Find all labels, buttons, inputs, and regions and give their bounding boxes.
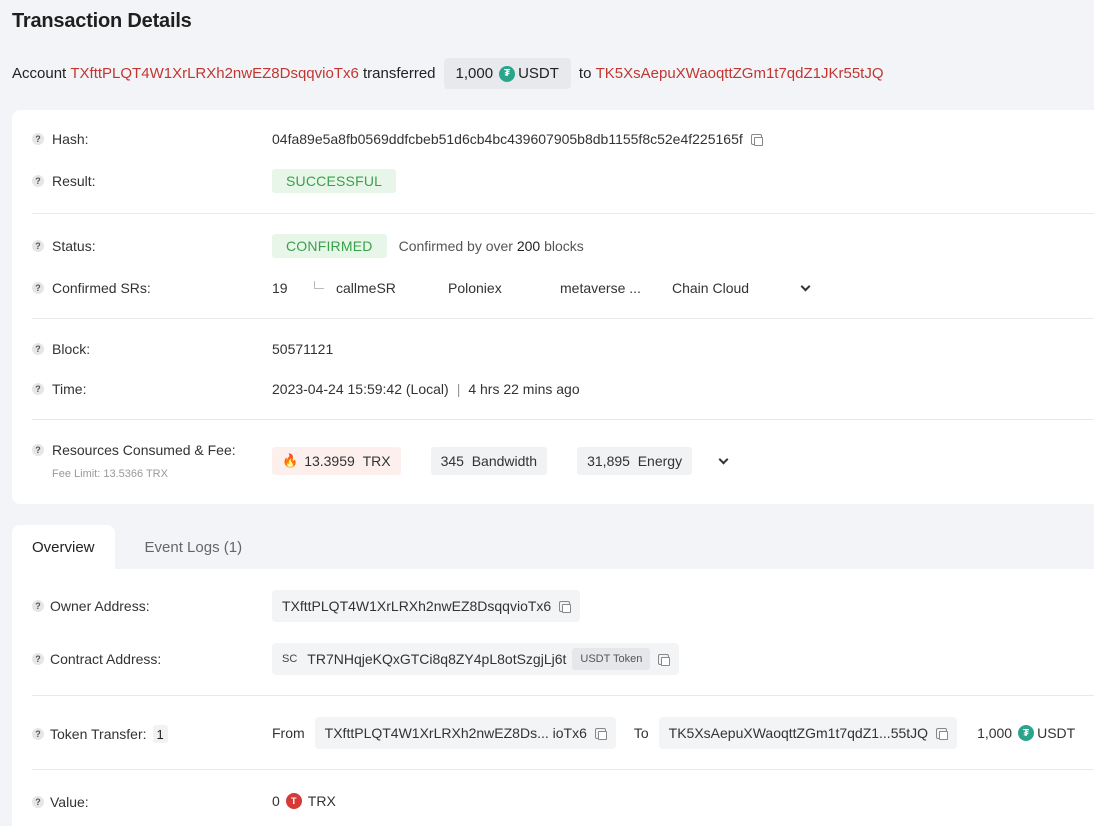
result-badge: SUCCESSFUL	[272, 169, 397, 193]
fee-limit-text: Fee Limit: 13.5366 TRX	[52, 468, 168, 480]
time-label: ? Time:	[32, 378, 86, 400]
help-icon[interactable]: ?	[32, 653, 44, 665]
confirmed-srs-row: 19 callmeSR Poloniex metaverse ... Chain…	[272, 277, 811, 299]
time-separator: |	[456, 381, 461, 397]
transfer-from-link[interactable]: TXfttPLQT4W1XrLRXh2nwEZ8Ds... ioTx6	[325, 725, 587, 741]
help-icon[interactable]: ?	[32, 383, 44, 395]
to-word: To	[633, 725, 649, 741]
divider	[32, 318, 1094, 319]
copy-icon[interactable]	[750, 133, 763, 146]
owner-address-label: ? Owner Address:	[32, 595, 150, 617]
transfer-from-box: TXfttPLQT4W1XrLRXh2nwEZ8Ds... ioTx6	[314, 717, 616, 749]
summary-token-link[interactable]: USDT	[518, 65, 559, 82]
tab-event-logs[interactable]: Event Logs (1)	[115, 525, 263, 570]
summary-from-address-link[interactable]: TXfttPLQT4W1XrLRXh2nwEZ8DsqqvioTx6	[70, 65, 358, 82]
hash-value: 04fa89e5a8fb0569ddfcbeb51d6cb4bc43960790…	[272, 131, 743, 147]
token-tag[interactable]: USDT Token	[572, 648, 651, 670]
transfer-amount: 1,000	[977, 725, 1013, 741]
result-label: ? Result:	[32, 170, 96, 192]
tree-branch-icon	[314, 281, 324, 289]
contract-address-box: SC TR7NHqjeKQxGTCi8q8ZY4pL8otSzgjLj6t US…	[272, 643, 680, 675]
trx-fee-pill: 🔥 13.3959 TRX	[272, 447, 401, 475]
sr-name[interactable]: metaverse ...	[560, 280, 672, 296]
status-badge: CONFIRMED	[272, 234, 387, 258]
help-icon[interactable]: ?	[32, 796, 44, 808]
overview-card: ? Owner Address: TXfttPLQT4W1XrLRXh2nwEZ…	[12, 569, 1094, 826]
summary-to-address-link[interactable]: TK5XsAepuXWaoqttZGm1t7qdZ1JKr55tJQ	[596, 65, 884, 82]
summary-amount-pill: 1,000 ₮ USDT	[443, 58, 571, 89]
from-word: From	[272, 725, 305, 741]
time-value: 2023-04-24 15:59:42 (Local)	[272, 381, 449, 397]
help-icon[interactable]: ?	[32, 343, 44, 355]
help-icon[interactable]: ?	[32, 600, 44, 612]
detail-tabs: Overview Event Logs (1)	[12, 525, 262, 570]
block-label: ? Block:	[32, 338, 90, 360]
contract-address-label: ? Contract Address:	[32, 648, 161, 670]
contract-address-link[interactable]: TR7NHqjeKQxGTCi8q8ZY4pL8otSzgjLj6t	[307, 651, 566, 667]
value-unit: TRX	[307, 793, 336, 809]
owner-address-box: TXfttPLQT4W1XrLRXh2nwEZ8DsqqvioTx6	[272, 590, 581, 622]
chevron-down-icon[interactable]	[718, 454, 729, 464]
sr-name[interactable]: Poloniex	[448, 280, 560, 296]
trx-icon: T	[285, 793, 302, 809]
hash-value-row: 04fa89e5a8fb0569ddfcbeb51d6cb4bc43960790…	[272, 128, 763, 150]
token-transfer-row: From TXfttPLQT4W1XrLRXh2nwEZ8Ds... ioTx6…	[272, 717, 1075, 749]
transaction-summary: Account TXfttPLQT4W1XrLRXh2nwEZ8DsqqvioT…	[12, 58, 884, 89]
time-value-row: 2023-04-24 15:59:42 (Local) | 4 hrs 22 m…	[272, 378, 580, 400]
summary-to-word: to	[578, 65, 592, 82]
tab-overview[interactable]: Overview	[12, 525, 115, 570]
value-amount: 0	[272, 793, 280, 809]
bandwidth-pill: 345 Bandwidth	[430, 447, 548, 475]
status-note-count: 200	[516, 238, 541, 254]
transfer-token-link[interactable]: USDT	[1037, 725, 1075, 741]
block-value-link[interactable]: 50571121	[272, 341, 333, 357]
status-note-prefix: Confirmed by over	[398, 238, 513, 254]
page-title: Transaction Details	[12, 10, 192, 32]
resources-row: 🔥 13.3959 TRX 345 Bandwidth 31,895 Energ…	[272, 447, 729, 475]
tether-icon: ₮	[499, 65, 516, 82]
copy-icon[interactable]	[936, 727, 949, 740]
confirmed-srs-count: 19	[272, 280, 288, 296]
owner-address-link[interactable]: TXfttPLQT4W1XrLRXh2nwEZ8DsqqvioTx6	[282, 598, 551, 614]
transfer-to-link[interactable]: TK5XsAepuXWaoqttZGm1t7qdZ1...55tJQ	[669, 725, 928, 741]
divider	[32, 213, 1094, 214]
value-row: 0 T TRX	[272, 790, 336, 812]
resources-label: ? Resources Consumed & Fee:	[32, 439, 236, 461]
tether-icon: ₮	[1018, 725, 1035, 741]
transfer-to-box: TK5XsAepuXWaoqttZGm1t7qdZ1...55tJQ	[658, 717, 958, 749]
summary-amount: 1,000	[455, 65, 494, 82]
confirmed-srs-label: ? Confirmed SRs:	[32, 277, 151, 299]
transaction-details-card: ? Hash: 04fa89e5a8fb0569ddfcbeb51d6cb4bc…	[12, 110, 1094, 504]
help-icon[interactable]: ?	[32, 133, 44, 145]
token-transfer-count: 1	[152, 725, 168, 743]
copy-icon[interactable]	[658, 653, 671, 666]
divider	[32, 419, 1094, 420]
summary-transferred-word: transferred	[362, 65, 436, 82]
status-note-suffix: blocks	[544, 238, 584, 254]
status-value-row: CONFIRMED Confirmed by over 200 blocks	[272, 234, 584, 258]
help-icon[interactable]: ?	[32, 728, 44, 740]
hash-label: ? Hash:	[32, 128, 89, 150]
copy-icon[interactable]	[594, 727, 607, 740]
token-transfer-label: ? Token Transfer: 1	[32, 723, 168, 745]
copy-icon[interactable]	[559, 600, 572, 613]
help-icon[interactable]: ?	[32, 444, 44, 456]
time-ago: 4 hrs 22 mins ago	[468, 381, 580, 397]
sr-name[interactable]: callmeSR	[336, 280, 448, 296]
value-label: ? Value:	[32, 791, 89, 813]
divider	[32, 695, 1094, 696]
summary-account-word: Account	[12, 65, 67, 82]
help-icon[interactable]: ?	[32, 175, 44, 187]
fire-icon: 🔥	[282, 453, 299, 468]
sr-name[interactable]: Chain Cloud	[672, 280, 802, 296]
smart-contract-badge: SC	[282, 653, 298, 665]
help-icon[interactable]: ?	[32, 282, 44, 294]
help-icon[interactable]: ?	[32, 240, 44, 252]
status-label: ? Status:	[32, 235, 96, 257]
energy-pill: 31,895 Energy	[577, 447, 693, 475]
divider	[32, 769, 1094, 770]
chevron-down-icon[interactable]	[800, 281, 811, 291]
